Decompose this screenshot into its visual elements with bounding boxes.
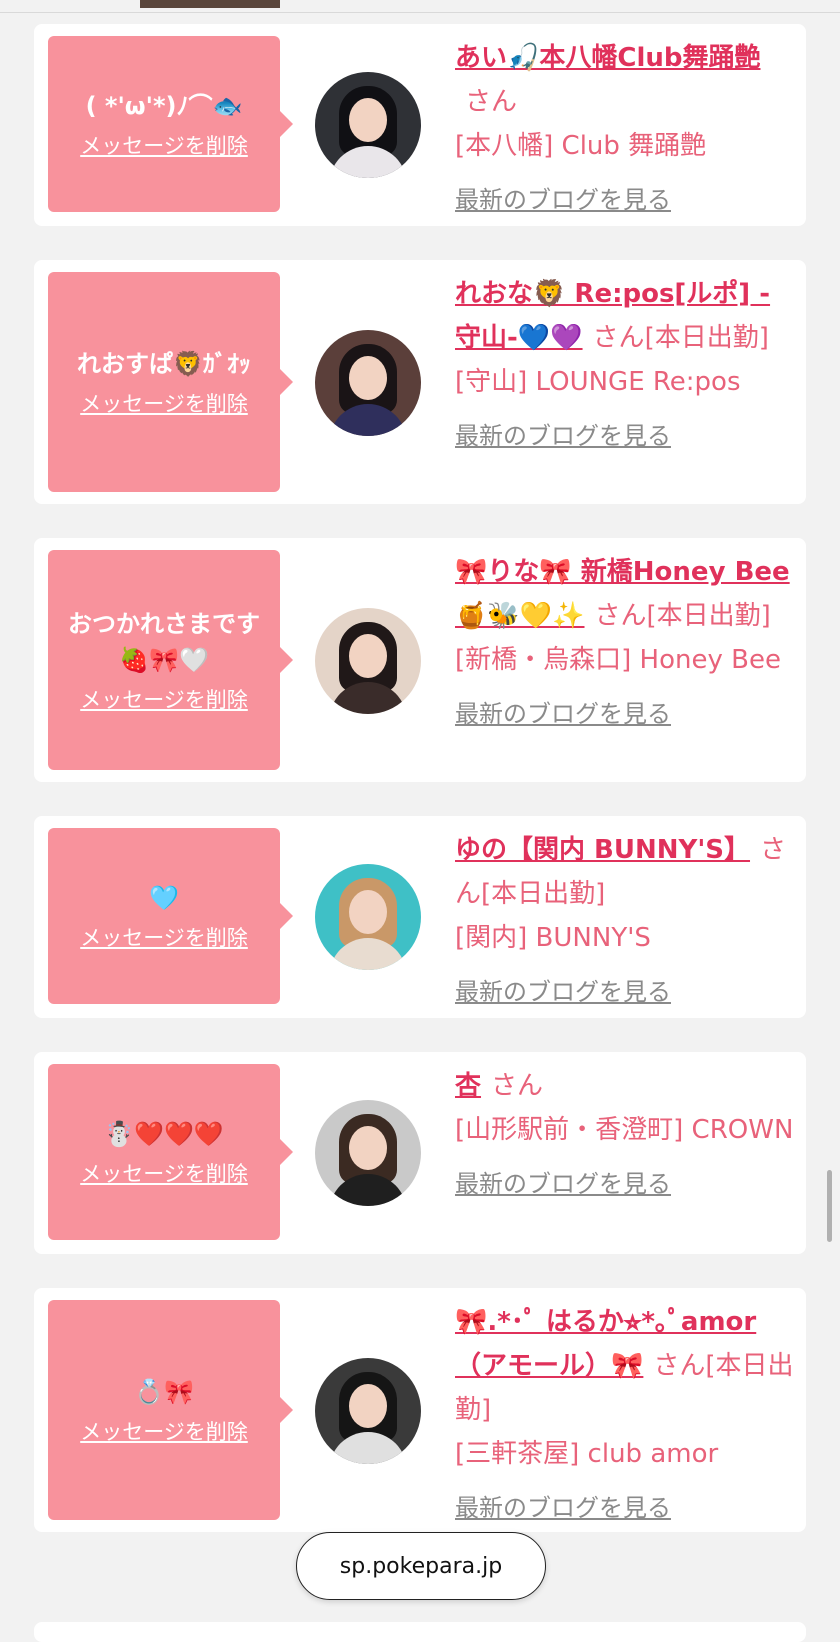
cast-name-link[interactable]: あい🎣本八幡Club舞踊艶: [455, 43, 761, 73]
shop-label: [三軒茶屋] club amor: [455, 1439, 719, 1469]
avatar[interactable]: [315, 72, 421, 178]
avatar-body: [329, 1174, 407, 1206]
delete-message-link[interactable]: メッセージを削除: [80, 132, 248, 160]
message-card: ( *'ω'*)ﾉ⌒🐟 メッセージを削除 あい🎣本八幡Club舞踊艶さん [本八…: [34, 24, 806, 226]
delete-message-link[interactable]: メッセージを削除: [80, 1418, 248, 1446]
shop-label: [関内] BUNNY'S: [455, 923, 651, 953]
delete-message-link[interactable]: メッセージを削除: [80, 390, 248, 418]
avatar[interactable]: [315, 608, 421, 714]
cast-info: ゆの【関内 BUNNY'S】 さん[本日出勤] [関内] BUNNY'S 最新のブ…: [455, 828, 795, 1014]
message-text: れおすぱ🦁ｶﾞｵｯ: [77, 350, 251, 378]
latest-blog-link[interactable]: 最新のブログを見る: [455, 1494, 671, 1522]
latest-blog-link[interactable]: 最新のブログを見る: [455, 700, 671, 728]
avatar[interactable]: [315, 1100, 421, 1206]
avatar-body: [329, 1432, 407, 1464]
avatar-face: [349, 1384, 387, 1428]
cast-info: 🎀りな🎀 新橋Honey Bee 🍯🐝💛✨ さん[本日出勤] [新橋・烏森口] H…: [455, 550, 795, 736]
scrollbar[interactable]: [827, 1170, 832, 1242]
avatar-face: [349, 356, 387, 400]
message-bubble: れおすぱ🦁ｶﾞｵｯ メッセージを削除: [48, 272, 293, 492]
cast-info: 杏さん [山形駅前・香澄町] CROWN 最新のブログを見る: [455, 1064, 795, 1206]
message-bubble: ☃️❤️❤️❤️ メッセージを削除: [48, 1064, 293, 1240]
san-label: さん: [594, 601, 647, 631]
message-text: ( *'ω'*)ﾉ⌒🐟: [85, 92, 243, 120]
shop-label: [守山] LOUNGE Re:pos: [455, 367, 741, 397]
top-bar: [0, 0, 840, 13]
san-label: さん: [592, 323, 645, 353]
delete-message-link[interactable]: メッセージを削除: [80, 686, 248, 714]
delete-message-link[interactable]: メッセージを削除: [80, 1160, 248, 1188]
latest-blog-link[interactable]: 最新のブログを見る: [455, 1170, 671, 1198]
message-text: 💍🎀: [134, 1378, 194, 1406]
message-text: 🩵: [149, 884, 179, 912]
avatar[interactable]: [315, 330, 421, 436]
message-card: ☃️❤️❤️❤️ メッセージを削除 杏さん [山形駅前・香澄町] CROWN 最…: [34, 1052, 806, 1254]
top-tab-indicator: [140, 0, 280, 8]
message-bubble: 💍🎀 メッセージを削除: [48, 1300, 293, 1520]
next-card-edge: [34, 1622, 806, 1642]
avatar-face: [349, 634, 387, 678]
status-label: [本日出勤]: [481, 879, 606, 909]
delete-message-link[interactable]: メッセージを削除: [80, 924, 248, 952]
cast-info: れおな🦁 Re:pos[ルポ] -守山-💙💜 さん[本日出勤] [守山] LOUN…: [455, 272, 795, 458]
shop-label: [山形駅前・香澄町] CROWN: [455, 1115, 794, 1145]
san-label: さん: [491, 1071, 544, 1101]
message-card: れおすぱ🦁ｶﾞｵｯ メッセージを削除 れおな🦁 Re:pos[ルポ] -守山-💙…: [34, 260, 806, 504]
avatar-body: [329, 146, 407, 178]
san-label: さん: [653, 1351, 706, 1381]
avatar[interactable]: [315, 864, 421, 970]
avatar[interactable]: [315, 1358, 421, 1464]
latest-blog-link[interactable]: 最新のブログを見る: [455, 186, 671, 214]
avatar-face: [349, 1126, 387, 1170]
message-bubble: ( *'ω'*)ﾉ⌒🐟 メッセージを削除: [48, 36, 293, 212]
cast-name-link[interactable]: ゆの【関内 BUNNY'S】: [455, 835, 750, 865]
shop-label: [新橋・烏森口] Honey Bee: [455, 645, 781, 675]
message-card: 💍🎀 メッセージを削除 🎀.*･ﾟ はるか⭐︎*｡ﾟamor（アモール）🎀 さん[…: [34, 1288, 806, 1532]
shop-label: [本八幡] Club 舞踊艶: [455, 131, 707, 161]
message-card: 🩵 メッセージを削除 ゆの【関内 BUNNY'S】 さん[本日出勤] [関内] B…: [34, 816, 806, 1018]
avatar-body: [329, 938, 407, 970]
san-label: さん: [465, 87, 518, 117]
cast-info: 🎀.*･ﾟ はるか⭐︎*｡ﾟamor（アモール）🎀 さん[本日出勤] [三軒茶屋]…: [455, 1300, 795, 1530]
cast-name-link[interactable]: 杏: [455, 1071, 481, 1101]
message-text: ☃️❤️❤️❤️: [104, 1120, 224, 1148]
status-label: [本日出勤]: [644, 323, 769, 353]
message-list: ( *'ω'*)ﾉ⌒🐟 メッセージを削除 あい🎣本八幡Club舞踊艶さん [本八…: [34, 24, 806, 1566]
url-pill[interactable]: sp.pokepara.jp: [296, 1532, 546, 1600]
message-bubble: おつかれさまです🍓🎀🤍 メッセージを削除: [48, 550, 293, 770]
message-text: おつかれさまです🍓🎀🤍: [68, 610, 260, 674]
avatar-face: [349, 890, 387, 934]
avatar-body: [329, 682, 407, 714]
latest-blog-link[interactable]: 最新のブログを見る: [455, 978, 671, 1006]
avatar-body: [329, 404, 407, 436]
message-bubble: 🩵 メッセージを削除: [48, 828, 293, 1004]
avatar-face: [349, 98, 387, 142]
message-card: おつかれさまです🍓🎀🤍 メッセージを削除 🎀りな🎀 新橋Honey Bee 🍯🐝…: [34, 538, 806, 782]
latest-blog-link[interactable]: 最新のブログを見る: [455, 422, 671, 450]
status-label: [本日出勤]: [646, 601, 771, 631]
cast-info: あい🎣本八幡Club舞踊艶さん [本八幡] Club 舞踊艶 最新のブログを見る: [455, 36, 795, 222]
